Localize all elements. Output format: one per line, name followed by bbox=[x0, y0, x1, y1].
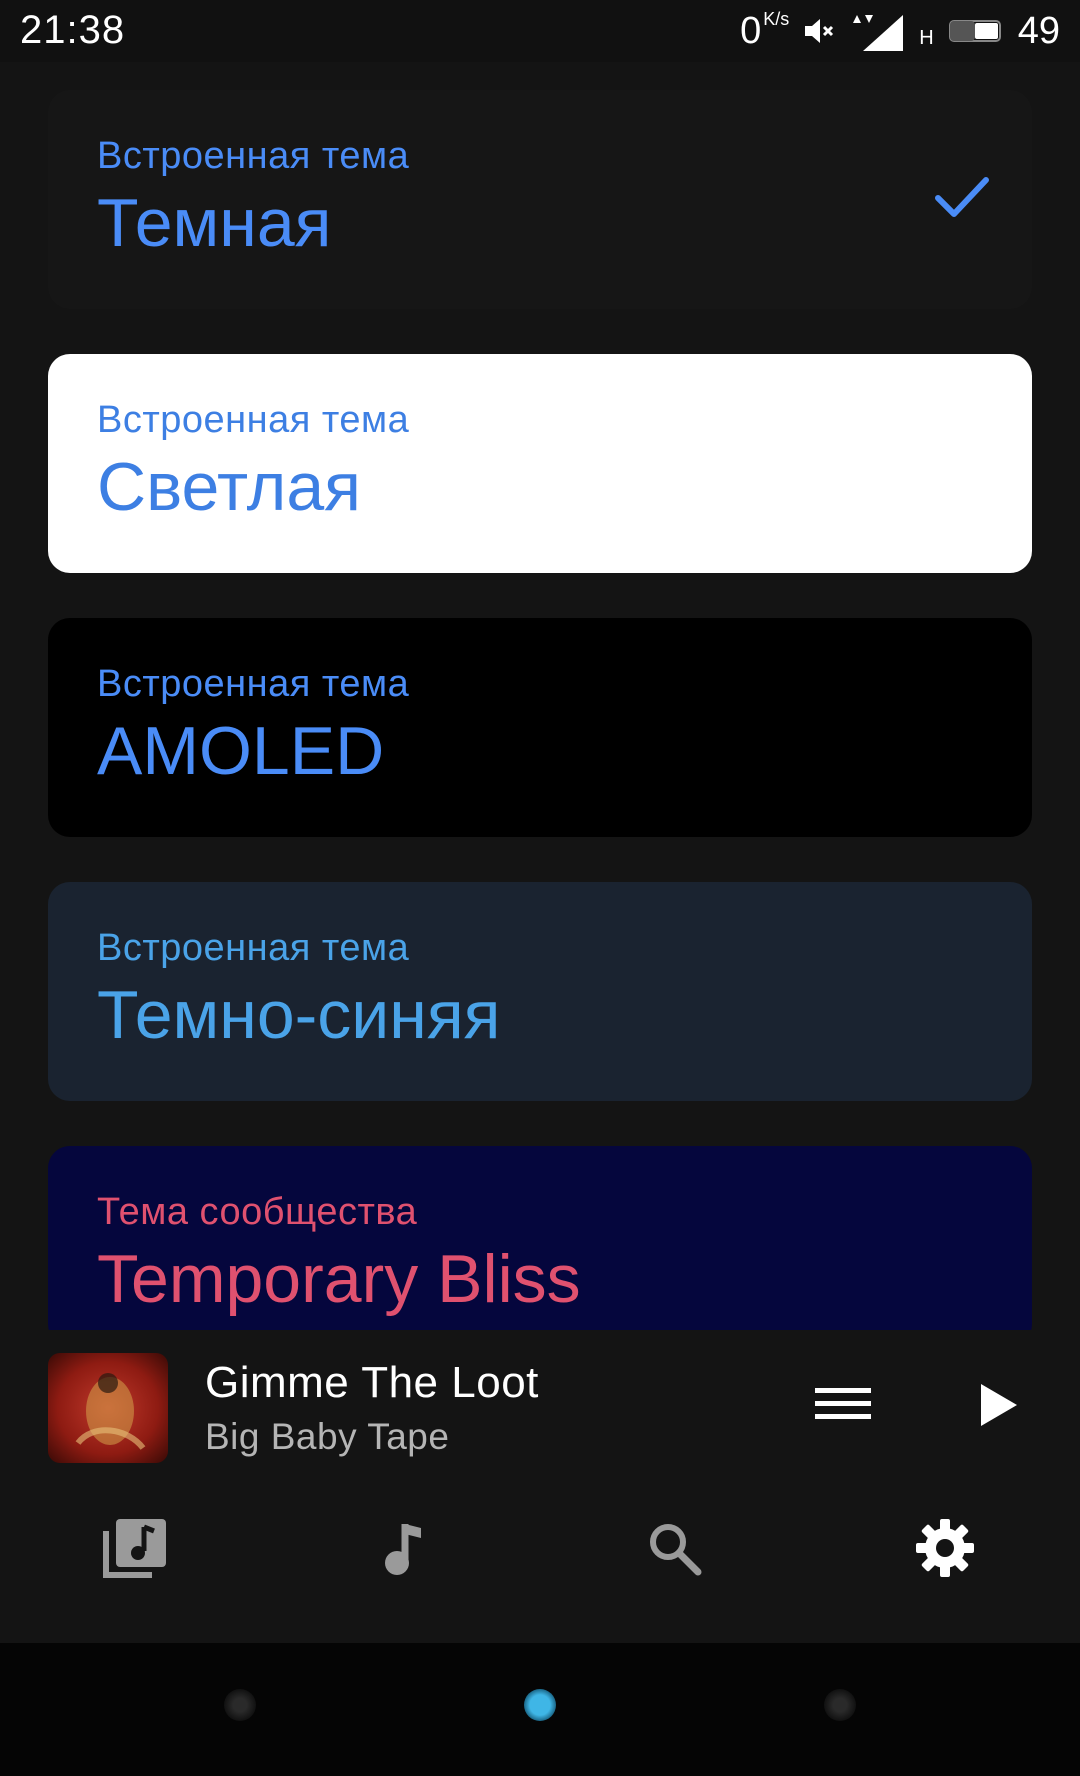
theme-card-subtitle: Встроенная тема bbox=[97, 399, 410, 441]
play-button[interactable] bbox=[964, 1370, 1034, 1440]
theme-card-subtitle: Тема сообщества bbox=[97, 1191, 418, 1233]
theme-card-amoled[interactable]: Встроенная тема AMOLED bbox=[48, 618, 1032, 837]
theme-card-dark[interactable]: Встроенная тема Темная bbox=[48, 90, 1032, 309]
network-type: H bbox=[919, 26, 934, 49]
theme-card-title: AMOLED bbox=[97, 713, 385, 789]
theme-card-title: Temporary Bliss bbox=[97, 1241, 581, 1317]
battery-icon bbox=[948, 20, 1001, 42]
queue-menu-icon bbox=[815, 1388, 871, 1419]
network-speed-value: 0 bbox=[740, 9, 762, 52]
system-home-button[interactable] bbox=[524, 1689, 556, 1721]
theme-card-title: Темная bbox=[97, 185, 332, 261]
nav-library[interactable] bbox=[95, 1508, 175, 1588]
theme-list: Встроенная тема Темная Встроенная тема С… bbox=[48, 90, 1032, 1391]
play-icon bbox=[981, 1384, 1017, 1426]
track-artist[interactable]: Big Baby Tape bbox=[205, 1416, 449, 1458]
status-bar: 21:38 0 K/s H 49 bbox=[0, 0, 1080, 62]
nav-search[interactable] bbox=[634, 1508, 714, 1588]
theme-card-title: Светлая bbox=[97, 449, 361, 525]
nav-settings[interactable] bbox=[905, 1508, 985, 1588]
mini-player[interactable]: Gimme The Loot Big Baby Tape bbox=[0, 1330, 1080, 1480]
system-recents-button[interactable] bbox=[824, 1689, 856, 1721]
battery-percent: 49 bbox=[1017, 9, 1060, 52]
theme-card-light[interactable]: Встроенная тема Светлая bbox=[48, 354, 1032, 573]
track-title[interactable]: Gimme The Loot bbox=[205, 1358, 539, 1408]
status-icons: 0 K/s H 49 bbox=[740, 8, 1060, 54]
music-note-icon bbox=[385, 1524, 421, 1575]
theme-card-subtitle: Встроенная тема bbox=[97, 927, 410, 969]
album-art-image bbox=[48, 1353, 168, 1463]
theme-card-subtitle: Встроенная тема bbox=[97, 663, 410, 705]
network-speed-unit: K/s bbox=[763, 8, 790, 29]
library-icon bbox=[103, 1519, 166, 1578]
gear-icon bbox=[916, 1519, 974, 1577]
status-time: 21:38 bbox=[20, 8, 126, 52]
network-speed: 0 K/s bbox=[740, 10, 789, 53]
system-back-button[interactable] bbox=[224, 1689, 256, 1721]
signal-icon bbox=[853, 15, 904, 51]
mute-icon bbox=[805, 19, 834, 43]
theme-card-community[interactable]: Тема сообщества Temporary Bliss bbox=[48, 1146, 1032, 1346]
theme-card-subtitle: Встроенная тема bbox=[97, 135, 410, 177]
app-screen: 21:38 0 K/s H 49 Встроенная тема Темная … bbox=[0, 0, 1080, 1776]
theme-card-title: Темно-синяя bbox=[97, 977, 501, 1053]
bottom-nav bbox=[0, 1480, 1080, 1643]
queue-button[interactable] bbox=[808, 1374, 878, 1434]
album-art[interactable] bbox=[48, 1353, 168, 1463]
theme-card-navy[interactable]: Встроенная тема Темно-синяя bbox=[48, 882, 1032, 1101]
search-icon bbox=[650, 1524, 702, 1576]
checkmark-icon bbox=[935, 177, 989, 217]
system-nav-bar bbox=[0, 1643, 1080, 1776]
nav-songs[interactable] bbox=[365, 1508, 445, 1588]
